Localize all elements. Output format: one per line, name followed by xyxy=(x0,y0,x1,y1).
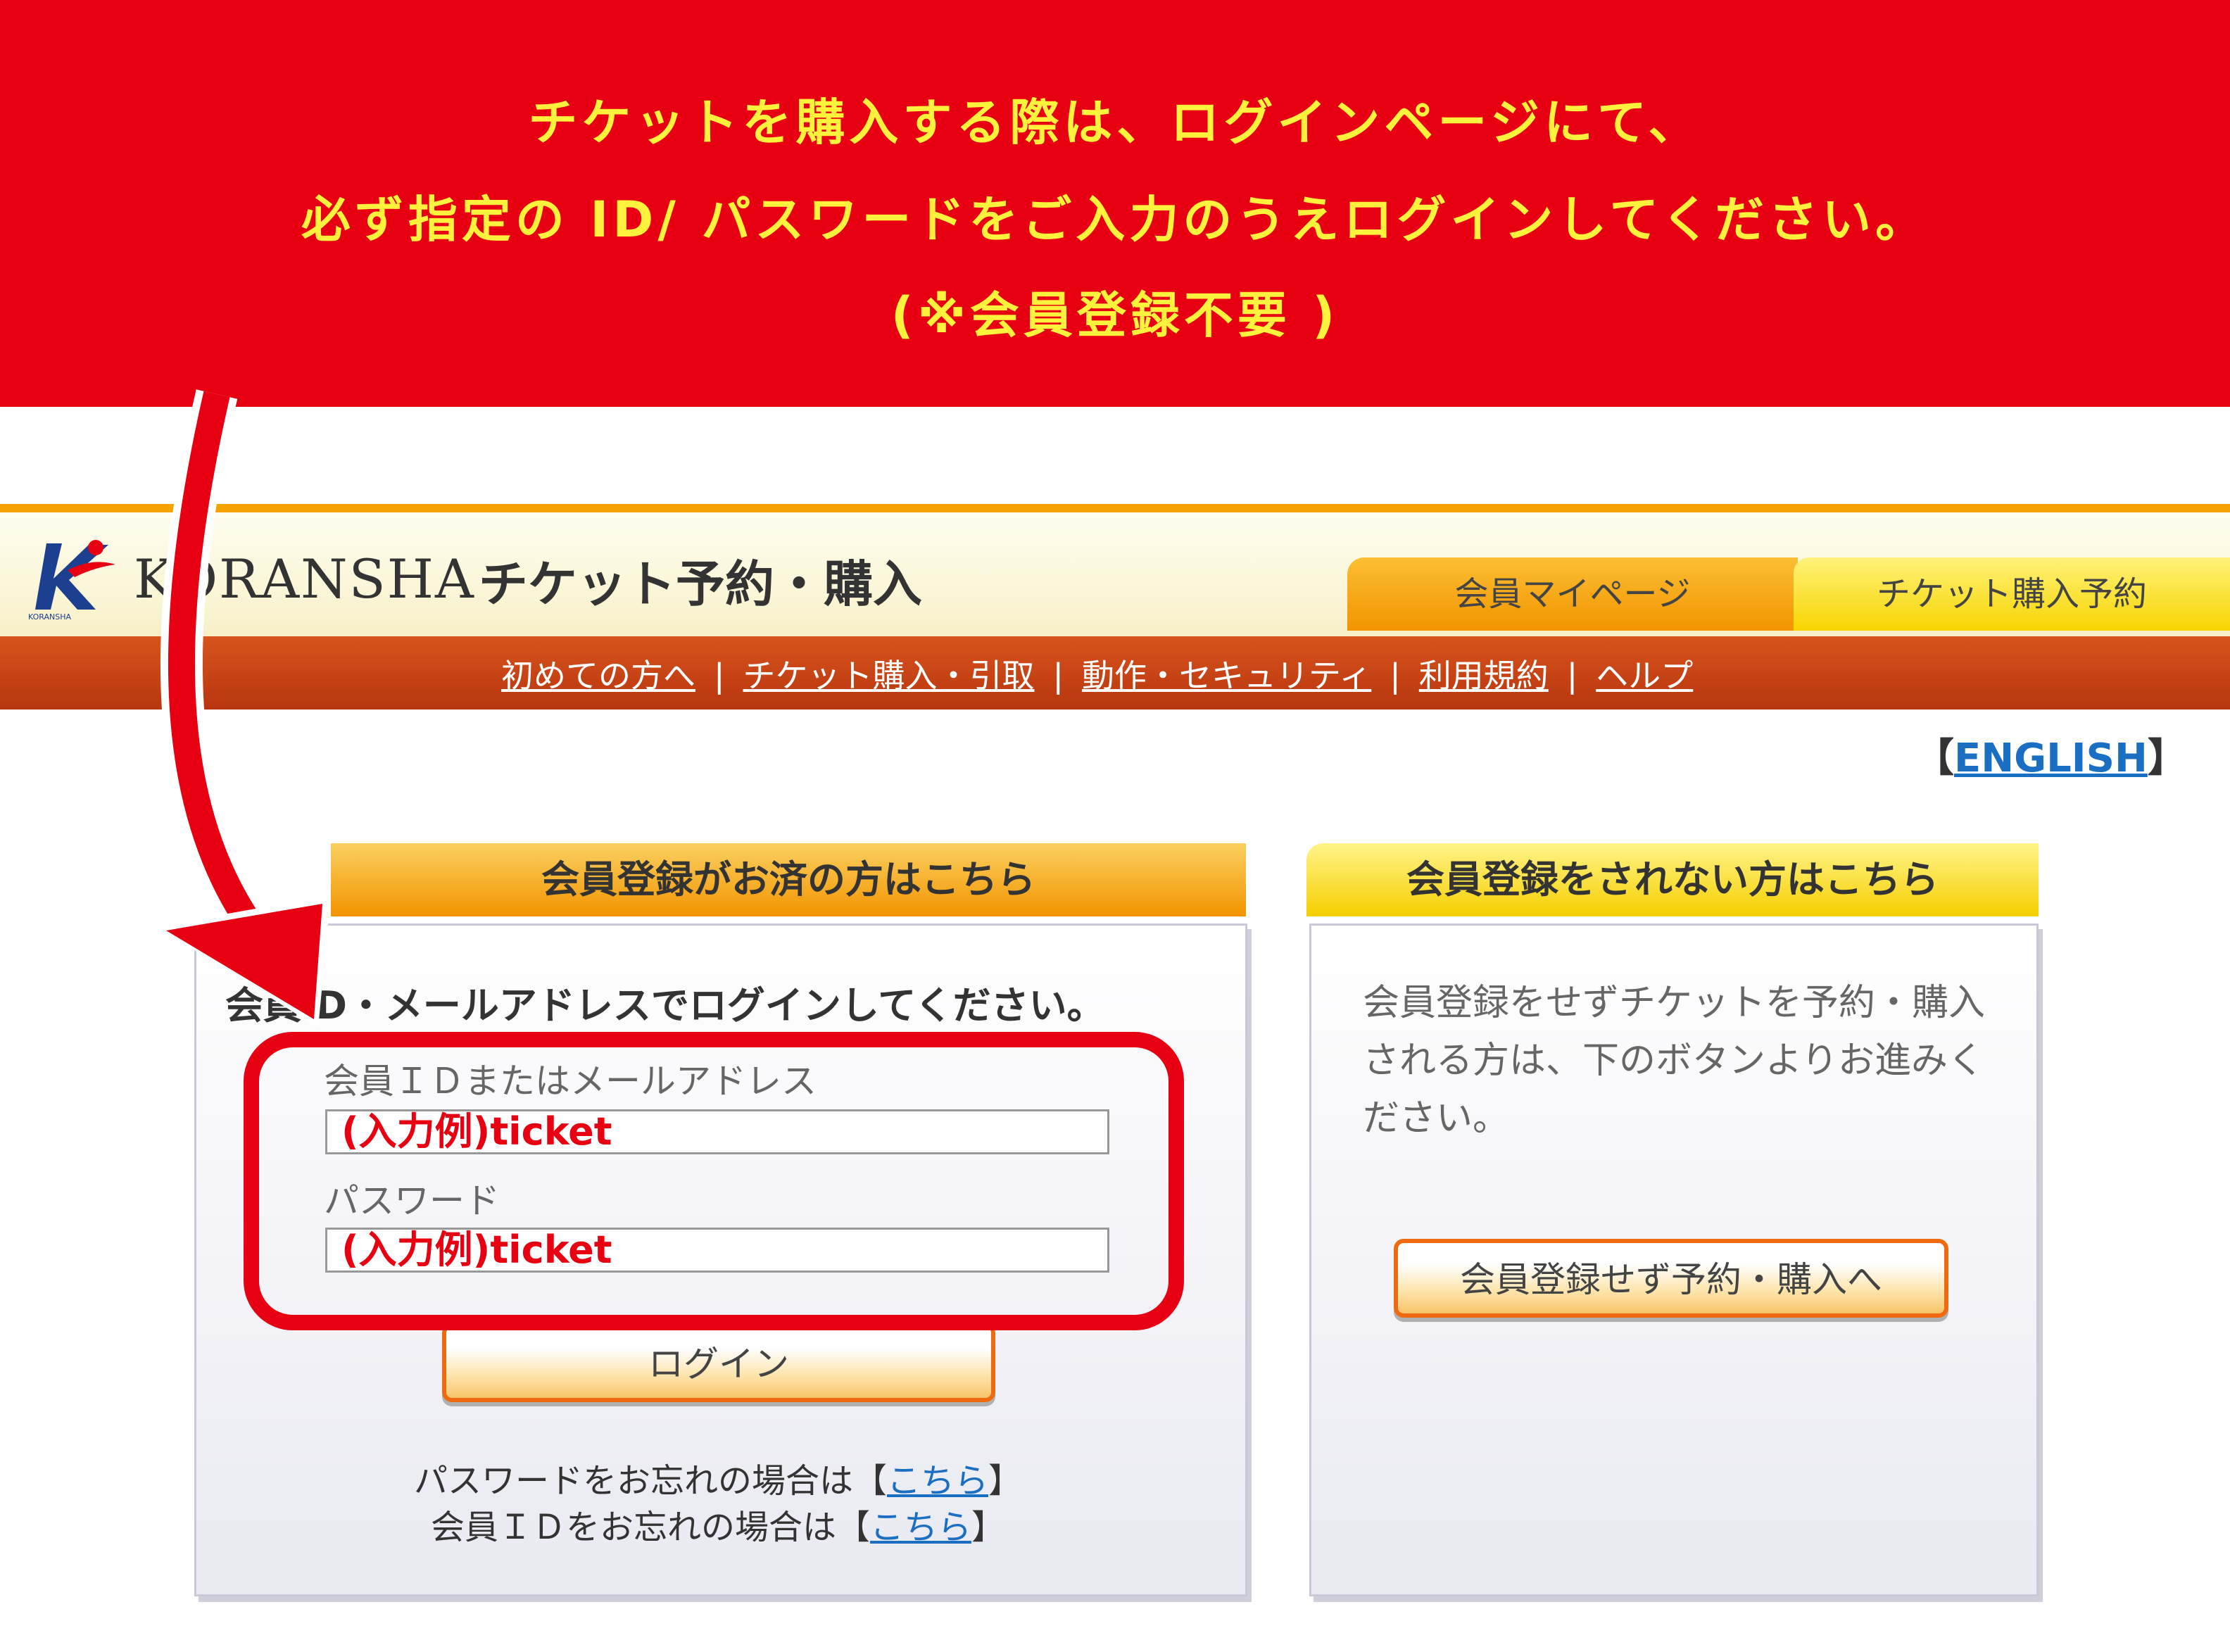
pointer-arrow-icon xyxy=(156,389,331,1028)
